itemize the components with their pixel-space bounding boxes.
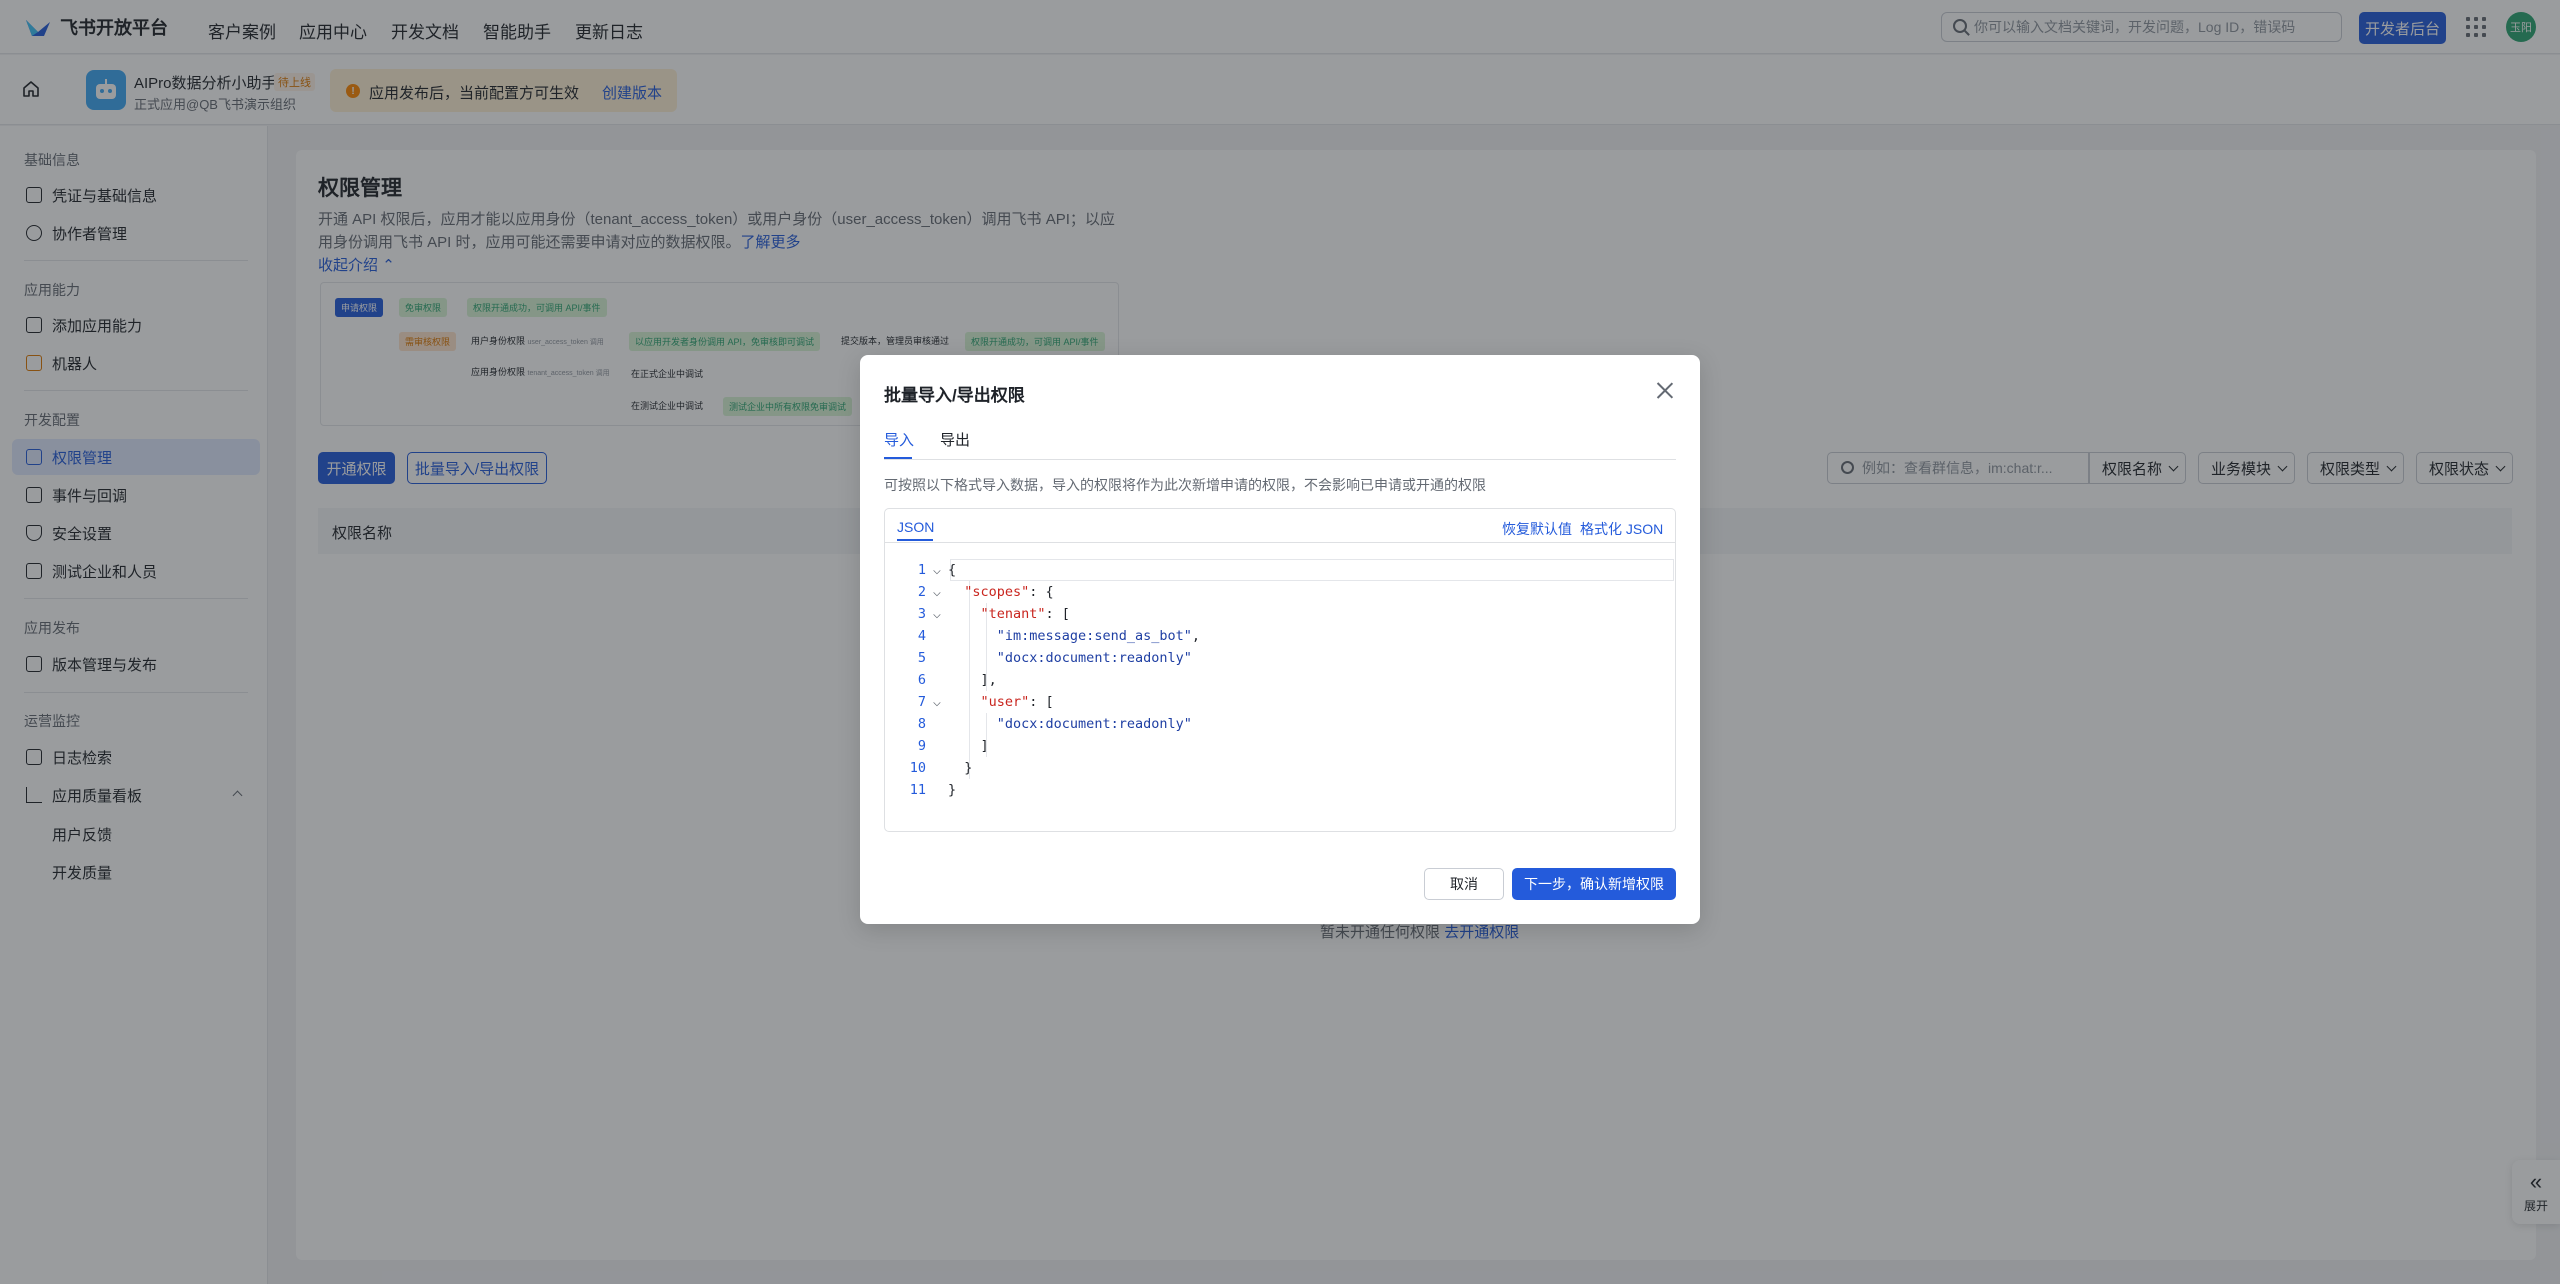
code-text: "docx:document:readonly" [996, 650, 1192, 666]
fold-chevron-icon[interactable]: ⌵ [926, 559, 948, 581]
format-json-link[interactable]: 格式化 JSON [1580, 519, 1663, 539]
code-line[interactable]: 6 ], [896, 669, 1200, 691]
line-number: 7 [917, 694, 926, 710]
line-number: 1 [917, 562, 926, 578]
modal-title: 批量导入/导出权限 [884, 386, 1025, 405]
line-number: 9 [917, 738, 926, 754]
line-number: 11 [909, 782, 926, 798]
line-number: 8 [917, 716, 926, 732]
code-line[interactable]: 2 ⌵ "scopes": { [896, 581, 1200, 603]
code-text: "docx:document:readonly" [996, 716, 1192, 732]
code-content[interactable]: 1 ⌵{2 ⌵ "scopes": {3 ⌵ "tenant": [4 "im:mes… [896, 559, 1200, 801]
code-line[interactable]: 3 ⌵ "tenant": [ [896, 603, 1200, 625]
code-text: ] [948, 738, 989, 754]
active-tab-indicator [884, 457, 912, 459]
tab-import[interactable]: 导入 [884, 429, 914, 450]
code-text: "tenant": [ [980, 606, 1070, 622]
cancel-button[interactable]: 取消 [1424, 868, 1504, 900]
fold-chevron-icon[interactable]: ⌵ [926, 603, 948, 625]
line-number: 6 [917, 672, 926, 688]
editor-divider [885, 542, 1675, 543]
next-confirm-button[interactable]: 下一步，确认新增权限 [1512, 868, 1676, 900]
editor-tab-indicator [897, 539, 933, 541]
code-text: "scopes": { [964, 584, 1054, 600]
line-number: 2 [917, 584, 926, 600]
code-text: { [948, 562, 957, 578]
restore-default-link[interactable]: 恢复默认值 [1502, 519, 1572, 539]
code-text: "im:message:send_as_bot", [996, 628, 1200, 644]
code-line[interactable]: 5 "docx:document:readonly" [896, 647, 1200, 669]
code-line[interactable]: 4 "im:message:send_as_bot", [896, 625, 1200, 647]
fold-chevron-icon[interactable]: ⌵ [926, 581, 948, 603]
import-hint: 可按照以下格式导入数据，导入的权限将作为此次新增申请的权限，不会影响已申请或开通… [884, 477, 1486, 493]
line-number: 5 [917, 650, 926, 666]
code-text: } [948, 760, 973, 776]
code-line[interactable]: 1 ⌵{ [896, 559, 1200, 581]
fold-chevron-icon[interactable]: ⌵ [926, 691, 948, 713]
code-text: "user": [ [980, 694, 1054, 710]
code-line[interactable]: 11} [896, 779, 1200, 801]
close-icon[interactable] [1656, 381, 1674, 399]
tab-divider [884, 459, 1676, 460]
code-line[interactable]: 10 } [896, 757, 1200, 779]
line-number: 10 [909, 760, 926, 776]
line-number: 4 [917, 628, 926, 644]
code-text: } [948, 782, 957, 798]
code-line[interactable]: 8 "docx:document:readonly" [896, 713, 1200, 735]
code-text: ], [948, 672, 997, 688]
code-line[interactable]: 7 ⌵ "user": [ [896, 691, 1200, 713]
tab-export[interactable]: 导出 [940, 429, 970, 450]
code-line[interactable]: 9 ] [896, 735, 1200, 757]
line-number: 3 [917, 606, 926, 622]
editor-tab-json[interactable]: JSON [897, 519, 934, 535]
